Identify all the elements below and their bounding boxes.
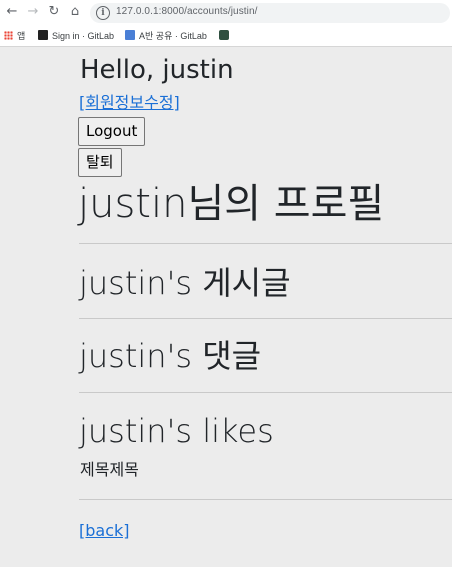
comments-section-title: justin's 댓글 xyxy=(79,337,262,375)
page-content: Hello, justin [회원정보수정] Logout 탈퇴 justin님… xyxy=(0,46,452,567)
bookmark-label: 앱 xyxy=(17,31,26,41)
bookmark-apps[interactable]: 앱 xyxy=(4,29,25,43)
divider xyxy=(79,392,452,393)
edit-profile-link[interactable]: [회원정보수정] xyxy=(79,93,180,113)
back-link[interactable]: [back] xyxy=(79,521,130,541)
browser-chrome: ← → ↻ ⌂ i 127.0.0.1:8000/accounts/justin… xyxy=(0,0,452,47)
liked-item: 제목제목 xyxy=(80,460,139,479)
browser-toolbar: ← → ↻ ⌂ i 127.0.0.1:8000/accounts/justin… xyxy=(0,0,452,26)
posts-section-title: justin's 게시글 xyxy=(79,264,291,302)
address-bar[interactable]: i 127.0.0.1:8000/accounts/justin/ xyxy=(90,3,450,23)
forward-arrow-icon[interactable]: → xyxy=(25,4,41,20)
greeting-heading: Hello, justin xyxy=(80,55,234,85)
divider xyxy=(79,243,452,244)
likes-section-title: justin's likes xyxy=(79,412,274,450)
bookmarks-bar: 앱 Sign in · GitLab A반 공유 · GitLab xyxy=(0,26,452,46)
info-icon[interactable]: i xyxy=(96,6,110,20)
bookmark-label: A반 공유 · GitLab xyxy=(139,31,207,41)
url-text: 127.0.0.1:8000/accounts/justin/ xyxy=(116,6,258,17)
logout-button[interactable]: Logout xyxy=(78,117,146,146)
profile-title: justin님의 프로필 xyxy=(78,181,385,227)
bookmark-label: Sign in · GitLab xyxy=(52,31,115,41)
back-arrow-icon[interactable]: ← xyxy=(4,4,20,20)
gitlab-project-icon xyxy=(125,30,135,40)
divider xyxy=(79,318,452,319)
bookmark-gitlab-signin[interactable]: Sign in · GitLab xyxy=(38,29,114,43)
app-icon xyxy=(219,30,229,40)
bookmark-app[interactable] xyxy=(219,29,233,43)
bookmark-gitlab-share[interactable]: A반 공유 · GitLab xyxy=(125,29,207,43)
reload-icon[interactable]: ↻ xyxy=(46,4,62,20)
apps-grid-icon xyxy=(4,31,13,40)
gitlab-icon xyxy=(38,30,48,40)
withdraw-button[interactable]: 탈퇴 xyxy=(78,148,122,177)
home-icon[interactable]: ⌂ xyxy=(67,4,83,20)
divider xyxy=(79,499,452,500)
